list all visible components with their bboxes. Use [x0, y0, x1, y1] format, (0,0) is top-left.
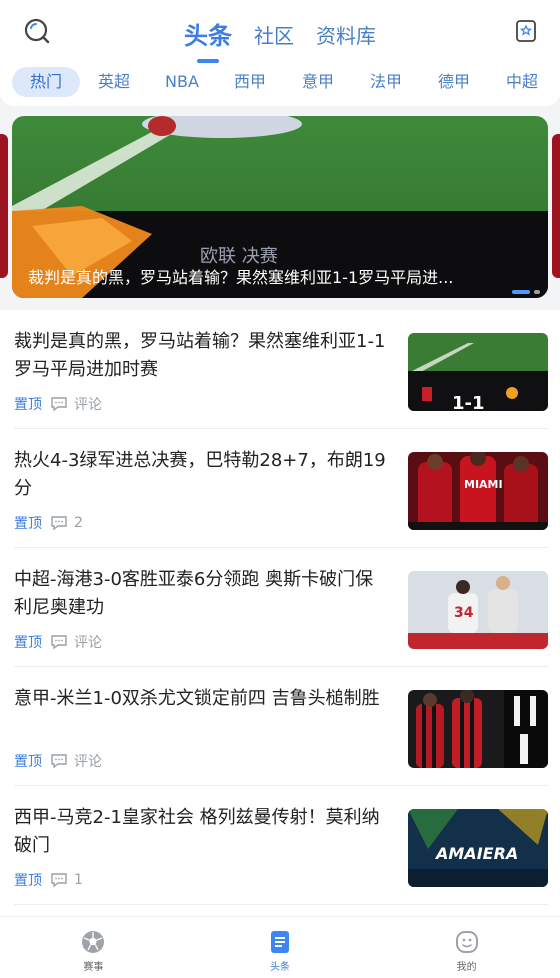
carousel-dot [534, 290, 540, 294]
soccer-ball-icon [82, 931, 105, 953]
category-row: 热门 英超 NBA 西甲 意甲 法甲 德甲 中超 [0, 62, 560, 102]
nav-label: 赛事 [83, 962, 104, 973]
nav-headlines[interactable]: 头条 [187, 917, 374, 978]
news-thumbnail: AMAIERA [408, 809, 548, 887]
carousel-next-peek[interactable] [552, 134, 560, 278]
news-thumbnail: 1-1 [408, 333, 548, 411]
news-meta: 置顶 评论 [14, 632, 102, 652]
tab-headlines[interactable]: 头条 [184, 14, 232, 51]
comment-icon [51, 516, 67, 531]
pinned-badge: 置顶 [14, 635, 42, 651]
news-title: 意甲-米兰1-0双杀尤文锁定前四 吉鲁头槌制胜 [14, 688, 380, 709]
nav-label: 我的 [456, 962, 477, 973]
comment-count: 评论 [74, 754, 102, 770]
news-title: 西甲-马竞2-1皇家社会 格列兹曼传射！莫利纳破门 [14, 807, 380, 856]
comment-count: 2 [74, 515, 83, 531]
comment-icon [51, 635, 67, 650]
comment-icon [51, 397, 67, 412]
top-header: 头条 社区 资料库 热门 英超 NBA 西甲 意甲 法甲 德甲 中超 [0, 0, 560, 106]
category-hot[interactable]: 热门 [12, 67, 80, 97]
news-thumbnail: 34 [408, 571, 548, 649]
carousel-prev-peek[interactable] [0, 134, 8, 278]
profile-face-icon [455, 931, 478, 953]
category-csl[interactable]: 中超 [488, 67, 556, 97]
bottom-nav: 赛事 头条 我的 [0, 916, 560, 978]
news-item[interactable]: 热火4-3绿军进总决赛，巴特勒28+7，布朗19分 置顶 2 MIAMI [14, 429, 548, 548]
nav-profile[interactable]: 我的 [373, 917, 560, 978]
category-seriea[interactable]: 意甲 [284, 67, 352, 97]
pinned-badge: 置顶 [14, 754, 42, 770]
svg-text:34: 34 [454, 605, 474, 621]
category-ligue1[interactable]: 法甲 [352, 67, 420, 97]
comment-count: 评论 [74, 635, 102, 651]
news-item[interactable]: 中超-海港3-0客胜亚泰6分领跑 奥斯卡破门保利尼奥建功 置顶 评论 34 [14, 548, 548, 667]
comment-count: 1 [74, 872, 83, 888]
news-item[interactable]: 西甲-马竞2-1皇家社会 格列兹曼传射！莫利纳破门 置顶 1 AMAIERA [14, 786, 548, 905]
pinned-badge: 置顶 [14, 516, 42, 532]
comment-count: 评论 [74, 397, 102, 413]
svg-text:AMAIERA: AMAIERA [434, 844, 518, 863]
category-epl[interactable]: 英超 [80, 67, 148, 97]
news-title: 中超-海港3-0客胜亚泰6分领跑 奥斯卡破门保利尼奥建功 [14, 569, 374, 618]
tab-community[interactable]: 社区 [254, 14, 294, 49]
bookmark-star-icon[interactable] [514, 19, 538, 43]
featured-banner[interactable]: 欧联 决赛 裁判是真的黑，罗马站着输？果然塞维利亚1-1罗马平局进... [12, 116, 548, 298]
news-item[interactable]: 裁判是真的黑，罗马站着输？果然塞维利亚1-1罗马平局进加时赛 置顶 评论 1-1 [14, 310, 548, 429]
news-meta: 置顶 评论 [14, 751, 102, 771]
carousel-dot-active [512, 290, 530, 294]
news-title: 热火4-3绿军进总决赛，巴特勒28+7，布朗19分 [14, 450, 386, 499]
category-laliga[interactable]: 西甲 [216, 67, 284, 97]
news-item[interactable]: 意甲-米兰1-0双杀尤文锁定前四 吉鲁头槌制胜 置顶 评论 [14, 667, 548, 786]
svg-text:1-1: 1-1 [452, 393, 485, 411]
category-bundesliga[interactable]: 德甲 [420, 67, 488, 97]
news-thumbnail: MIAMI [408, 452, 548, 530]
news-meta: 置顶 评论 [14, 394, 102, 414]
nav-label: 头条 [270, 962, 290, 973]
news-meta: 置顶 2 [14, 513, 83, 533]
pinned-badge: 置顶 [14, 397, 42, 413]
news-list: 裁判是真的黑，罗马站着输？果然塞维利亚1-1罗马平局进加时赛 置顶 评论 1-1… [0, 310, 560, 916]
news-doc-icon [271, 931, 289, 953]
news-title: 裁判是真的黑，罗马站着输？果然塞维利亚1-1罗马平局进加时赛 [14, 331, 386, 380]
category-nba[interactable]: NBA [148, 67, 216, 97]
comment-icon [51, 754, 67, 769]
main-tabs: 头条 社区 资料库 [0, 14, 560, 54]
pinned-badge: 置顶 [14, 873, 42, 889]
svg-text:MIAMI: MIAMI [464, 478, 503, 491]
news-thumbnail [408, 690, 548, 768]
carousel-indicator [512, 290, 540, 294]
tab-database[interactable]: 资料库 [316, 14, 376, 49]
nav-matches[interactable]: 赛事 [0, 917, 187, 978]
comment-icon [51, 873, 67, 888]
banner-caption: 裁判是真的黑，罗马站着输？果然塞维利亚1-1罗马平局进... [28, 268, 454, 287]
news-meta: 置顶 1 [14, 870, 83, 890]
